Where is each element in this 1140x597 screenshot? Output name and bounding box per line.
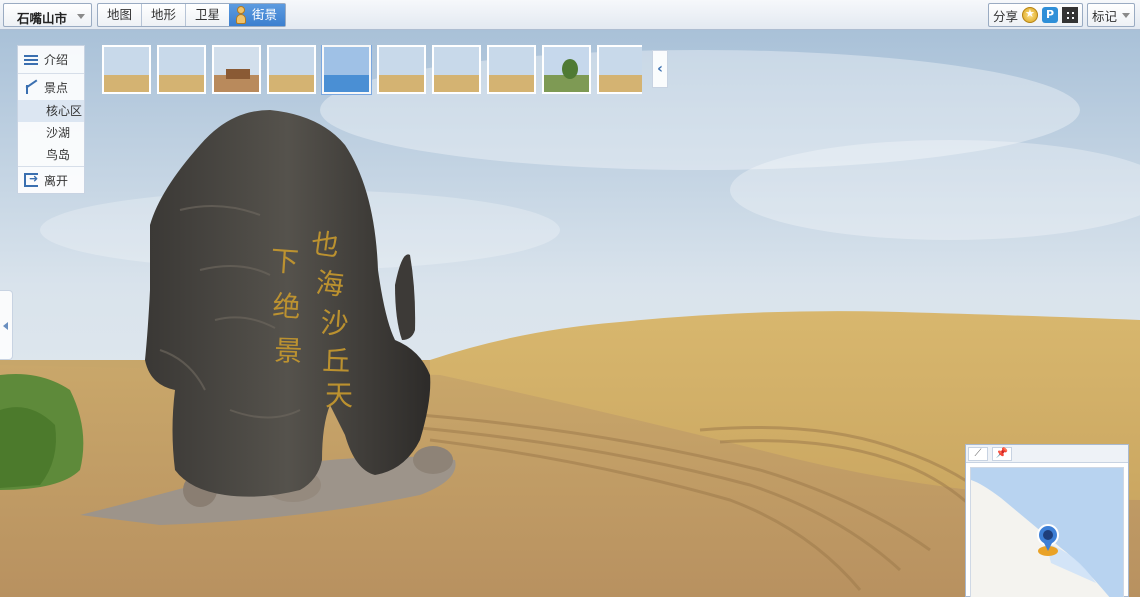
qr-code-icon[interactable] bbox=[1061, 7, 1078, 23]
scene-thumbnail[interactable] bbox=[377, 45, 426, 94]
list-icon bbox=[24, 54, 38, 66]
scene-thumbnail[interactable] bbox=[102, 45, 151, 94]
location-pin-icon bbox=[1037, 524, 1059, 556]
tab-map[interactable]: 地图 bbox=[98, 4, 143, 26]
scene-thumbnail[interactable] bbox=[597, 45, 642, 94]
city-selector[interactable]: 石嘴山市 bbox=[3, 3, 92, 27]
minimap-header: ⟋ 📌 bbox=[966, 445, 1128, 463]
minimap[interactable]: ⟋ 📌 bbox=[965, 444, 1129, 597]
svg-text:景: 景 bbox=[274, 334, 303, 368]
spots-item[interactable]: 景点 bbox=[18, 73, 84, 100]
scene-thumbnail[interactable] bbox=[487, 45, 536, 94]
mark-button[interactable]: 标记 bbox=[1086, 3, 1135, 27]
scenic-spot-icon bbox=[24, 80, 38, 94]
share-tools: 分享 P bbox=[987, 3, 1083, 27]
minimap-pin-icon[interactable]: 📌 bbox=[992, 447, 1012, 461]
svg-text:绝: 绝 bbox=[272, 289, 302, 324]
scene-thumbnail[interactable] bbox=[157, 45, 206, 94]
chevron-down-icon bbox=[1122, 12, 1130, 18]
right-toolbar: 分享 P 标记 bbox=[987, 3, 1135, 27]
scene-navigation-panel: 介绍 景点 核心区 沙湖 鸟岛 离开 bbox=[17, 45, 85, 194]
scene-thumbnail-strip bbox=[102, 45, 642, 95]
tab-terrain[interactable]: 地形 bbox=[142, 4, 187, 26]
leave-item[interactable]: 离开 bbox=[18, 166, 84, 193]
minimap-resize-icon[interactable]: ⟋ bbox=[968, 447, 988, 461]
intro-item[interactable]: 介绍 bbox=[18, 46, 84, 73]
tab-street-view[interactable]: 街景 bbox=[229, 4, 286, 26]
share-button[interactable]: 分享 bbox=[993, 6, 1018, 25]
spot-sand-lake[interactable]: 沙湖 bbox=[18, 122, 84, 144]
spot-core-area[interactable]: 核心区 bbox=[18, 100, 84, 122]
scene-thumbnail[interactable] bbox=[432, 45, 481, 94]
svg-text:丘: 丘 bbox=[322, 344, 351, 378]
expand-panel-chevron-icon[interactable] bbox=[0, 290, 13, 360]
spot-bird-island[interactable]: 鸟岛 bbox=[18, 144, 84, 166]
exit-icon bbox=[24, 172, 38, 187]
svg-text:海: 海 bbox=[314, 266, 345, 302]
svg-text:天: 天 bbox=[325, 379, 353, 412]
scene-thumbnail[interactable] bbox=[542, 45, 591, 94]
top-toolbar: 石嘴山市 地图 地形 卫星 街景 分享 P 标记 bbox=[0, 0, 1140, 30]
strip-collapse-chevron-left-icon[interactable]: ‹ bbox=[652, 50, 668, 88]
scene-thumbnail[interactable] bbox=[267, 45, 316, 94]
tab-satellite[interactable]: 卫星 bbox=[186, 4, 229, 26]
scene-thumbnail[interactable] bbox=[212, 45, 261, 94]
pegman-icon bbox=[233, 5, 249, 25]
svg-text:下: 下 bbox=[270, 244, 300, 279]
svg-text:也: 也 bbox=[309, 226, 341, 263]
favorite-icon[interactable] bbox=[1021, 7, 1038, 23]
svg-text:沙: 沙 bbox=[320, 306, 350, 341]
minimap-view[interactable] bbox=[970, 467, 1124, 597]
map-type-switcher: 地图 地形 卫星 街景 bbox=[97, 3, 287, 27]
panorama-p-icon[interactable]: P bbox=[1041, 7, 1058, 23]
scene-thumbnail[interactable] bbox=[322, 45, 371, 94]
chevron-down-icon bbox=[77, 14, 85, 19]
city-name: 石嘴山市 bbox=[17, 11, 68, 26]
